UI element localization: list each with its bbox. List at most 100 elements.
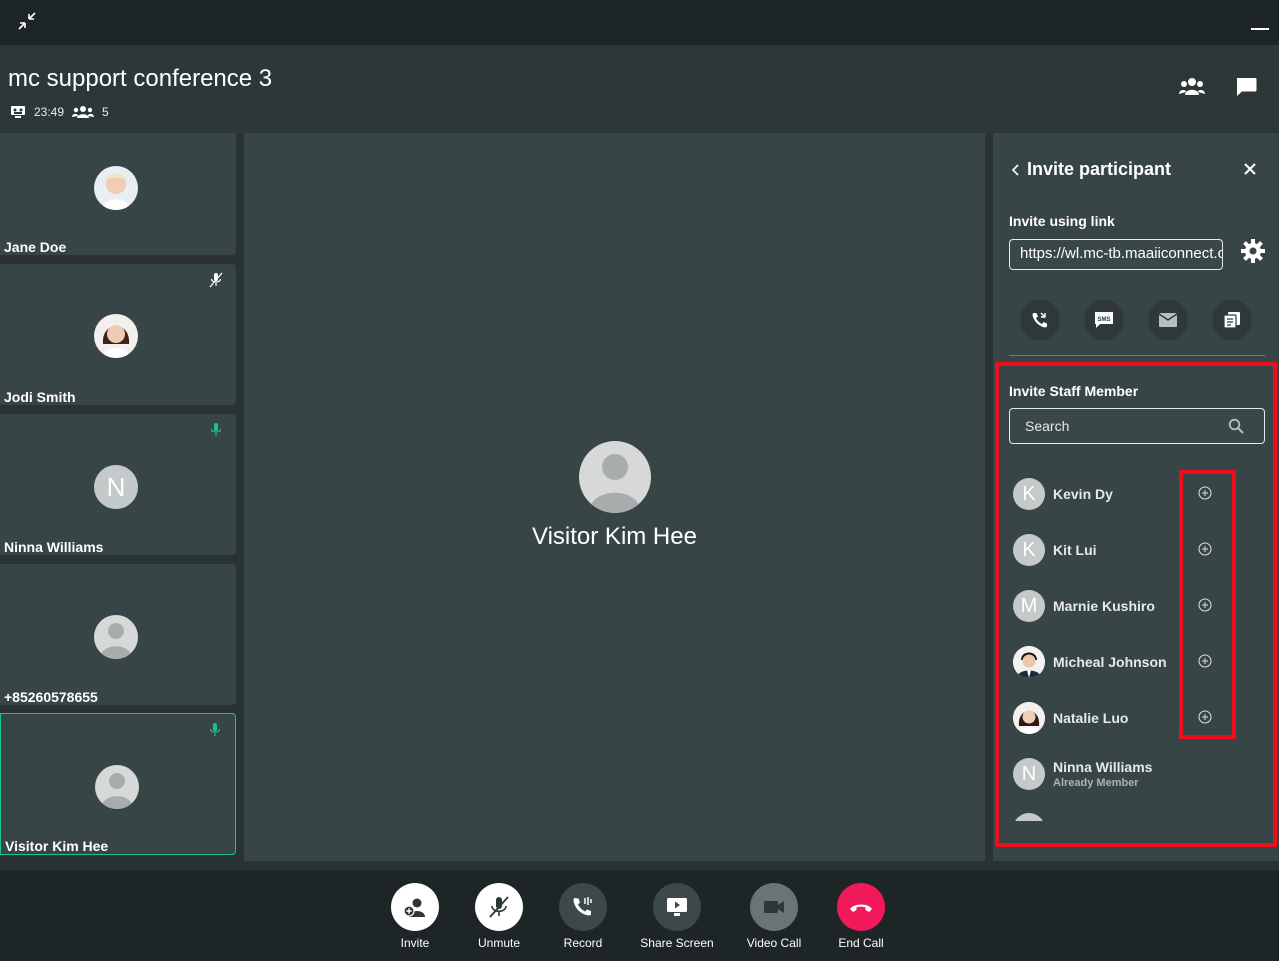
participant-tiles: Jane Doe Jodi Smith N Ninna Williams +85… [0, 133, 236, 861]
avatar [94, 314, 138, 358]
staff-item: Natalie Luo [1013, 702, 1253, 734]
unmute-label: Unmute [477, 936, 521, 950]
add-person-icon [403, 898, 425, 917]
conference-title: mc support conference 3 [8, 65, 273, 92]
copy-icon [1223, 312, 1240, 329]
end-call-button[interactable]: End Call [816, 883, 906, 950]
participant-name: Ninna Williams [4, 539, 104, 555]
video-call-button[interactable]: Video Call [729, 883, 819, 950]
share-screen-button[interactable]: Share Screen [632, 883, 722, 950]
copy-link-button[interactable] [1212, 300, 1252, 340]
main-participant-name: Visitor Kim Hee [532, 523, 697, 550]
add-staff-button[interactable] [1198, 486, 1212, 500]
add-staff-button[interactable] [1198, 598, 1212, 612]
mic-muted-icon [208, 272, 224, 288]
invite-panel-title: Invite participant [1027, 159, 1172, 179]
hang-up-icon [850, 904, 872, 912]
staff-list: K Kevin Dy K Kit Lui M Marnie Kushiro Mi… [1013, 473, 1253, 821]
invite-link-label: Invite using link [1009, 213, 1115, 229]
sms-icon: SMS [1095, 312, 1113, 328]
avatar [1013, 646, 1045, 678]
call-invite-button[interactable] [1020, 300, 1060, 340]
sms-invite-button[interactable]: SMS [1084, 300, 1124, 340]
participant-tile[interactable]: +85260578655 [0, 564, 236, 705]
svg-text:SMS: SMS [1097, 317, 1110, 323]
add-staff-button[interactable] [1198, 710, 1212, 724]
record-button[interactable]: Record [538, 883, 628, 950]
staff-item: N Ninna Williams Already Member [1013, 758, 1253, 798]
participant-tile-selected[interactable]: Visitor Kim Hee [0, 713, 236, 855]
end-call-label: End Call [838, 936, 884, 950]
participant-name: Jane Doe [4, 239, 67, 255]
participant-tile[interactable]: Jodi Smith [0, 264, 236, 405]
search-icon[interactable] [1228, 418, 1244, 434]
staff-name: Kit Lui [1053, 542, 1097, 558]
staff-item: Micheal Johnson [1013, 646, 1253, 678]
top-bar [0, 0, 1279, 45]
email-invite-button[interactable] [1148, 300, 1188, 340]
invite-panel-back[interactable]: Invite participant [1011, 159, 1171, 180]
avatar-initial: N [1013, 758, 1045, 790]
staff-name: Kevin Dy [1053, 486, 1113, 502]
participant-tile[interactable]: Jane Doe [0, 133, 236, 255]
add-staff-button[interactable] [1198, 654, 1212, 668]
video-camera-icon [764, 901, 784, 913]
avatar-initial: M [1013, 590, 1045, 622]
gear-icon[interactable] [1240, 238, 1266, 264]
default-avatar-icon [95, 765, 139, 809]
participants-panel-icon[interactable] [1179, 77, 1205, 101]
staff-name: Micheal Johnson [1053, 654, 1167, 670]
video-stage: Jane Doe Jodi Smith N Ninna Williams +85… [0, 133, 1279, 870]
staff-name: Marnie Kushiro [1053, 598, 1155, 614]
participant-name: Visitor Kim Hee [5, 838, 109, 854]
default-avatar-icon [94, 615, 138, 659]
invite-panel: Invite participant Invite using link htt… [993, 133, 1279, 861]
staff-name: Natalie Luo [1053, 710, 1129, 726]
mail-icon [1158, 313, 1178, 327]
avatar-initial: K [1013, 534, 1045, 566]
staff-item: M Marnie Kushiro [1013, 590, 1253, 622]
chevron-left-icon [1011, 163, 1019, 176]
staff-item: K Kevin Dy [1013, 478, 1253, 510]
invite-button[interactable]: Invite [370, 883, 460, 950]
mic-active-icon [208, 422, 224, 438]
close-icon[interactable] [1243, 162, 1257, 176]
avatar [1013, 813, 1045, 821]
screen-share-icon [667, 898, 687, 916]
phone-forward-icon [1032, 312, 1047, 328]
participant-tile[interactable]: N Ninna Williams [0, 414, 236, 555]
conference-header: mc support conference 3 23:49 5 [0, 45, 1279, 133]
invite-staff-label: Invite Staff Member [1009, 383, 1139, 399]
staff-name: Ninna Williams [1053, 759, 1153, 775]
staff-search [1009, 408, 1265, 444]
chat-icon[interactable] [1235, 77, 1259, 101]
participant-name: Jodi Smith [4, 389, 76, 405]
phone-record-icon [573, 897, 592, 916]
avatar-initial: K [1013, 478, 1045, 510]
call-duration: 23:49 [34, 105, 65, 119]
avatar-initial: N [94, 465, 138, 509]
call-controls: Invite Unmute Record Share Screen Video … [0, 870, 1279, 961]
participants-icon [72, 105, 95, 119]
participant-count: 5 [102, 105, 109, 119]
record-label: Record [563, 936, 603, 950]
default-avatar-icon [579, 441, 651, 513]
exit-fullscreen-icon[interactable] [16, 10, 38, 32]
staff-status: Already Member [1053, 777, 1139, 789]
mic-off-icon [489, 896, 509, 918]
main-video: Visitor Kim Hee [244, 133, 985, 861]
invite-label: Invite [400, 936, 430, 950]
staff-item [1013, 813, 1253, 821]
conference-meta: 23:49 5 [10, 105, 109, 119]
avatar [1013, 702, 1045, 734]
window-minimize-button[interactable] [1251, 28, 1269, 30]
share-screen-label: Share Screen [640, 936, 714, 950]
participant-name: +85260578655 [4, 689, 98, 705]
avatar [94, 166, 138, 210]
unmute-button[interactable]: Unmute [454, 883, 544, 950]
add-staff-button[interactable] [1198, 542, 1212, 556]
invite-link-field[interactable]: https://wl.mc-tb.maaiiconnect.com/ [1009, 239, 1223, 270]
search-input[interactable] [1010, 409, 1220, 443]
video-call-label: Video Call [746, 936, 802, 950]
staff-item: K Kit Lui [1013, 534, 1253, 566]
